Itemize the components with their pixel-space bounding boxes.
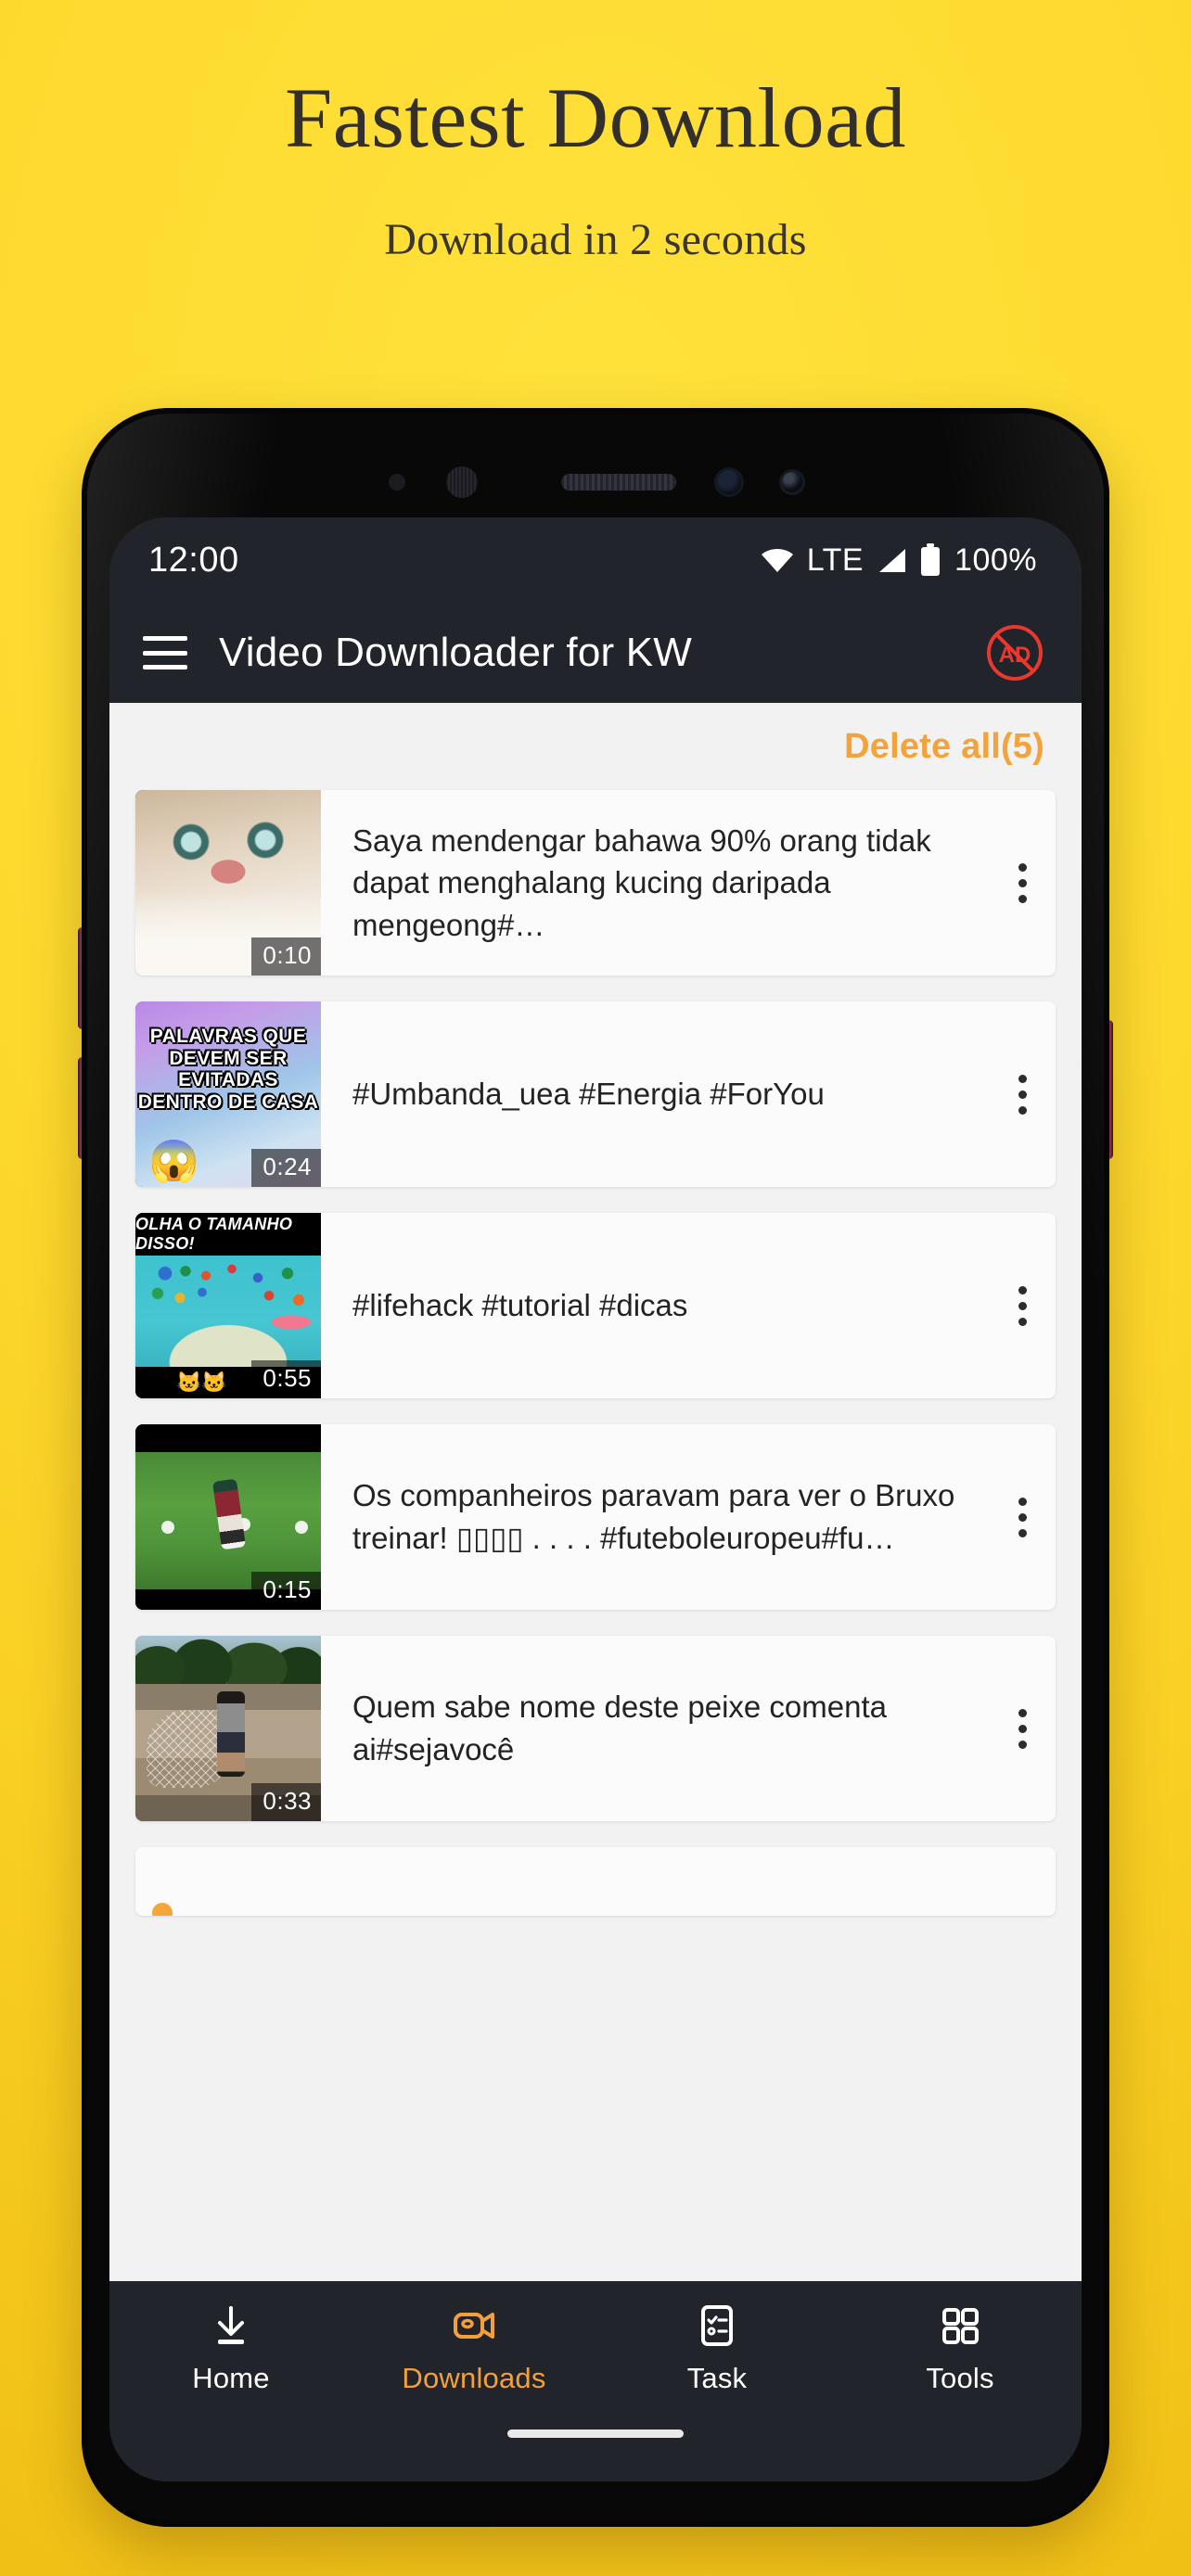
phone-body: 12:00 LTE 100% Video Downloader for KW D…	[82, 408, 1109, 2527]
hamburger-menu-icon[interactable]	[143, 636, 187, 670]
phone-sensor-row	[82, 454, 1109, 510]
battery-icon	[921, 543, 941, 576]
palavras-evitadas-thumbnail[interactable]: PALAVRAS QUE DEVEM SER EVITADAS DENTRO D…	[135, 1001, 321, 1187]
list-item[interactable]	[135, 1847, 1056, 1916]
video-title: #Umbanda_uea #Energia #ForYou	[352, 1077, 825, 1112]
thumbnail-caption: PALAVRAS QUE DEVEM SER EVITADAS DENTRO D…	[137, 1026, 319, 1113]
nav-item-tools[interactable]: Tools	[839, 2302, 1082, 2395]
page-subtitle: Download in 2 seconds	[384, 215, 807, 265]
thumbnail-emoji: 😱	[148, 1139, 199, 1184]
list-toolbar: Delete all(5)	[109, 703, 1082, 790]
list-item-body: Quem sabe nome deste peixe comenta ai#se…	[321, 1636, 989, 1821]
list-item-body: #lifehack #tutorial #dicas	[321, 1213, 989, 1398]
list-item[interactable]: 0:15 Os companheiros paravam para ver o …	[135, 1424, 1056, 1610]
list-item-body: Os companheiros paravam para ver o Bruxo…	[321, 1424, 989, 1610]
nav-label-tools: Tools	[926, 2362, 994, 2394]
delete-all-button[interactable]: Delete all(5)	[844, 727, 1044, 767]
kebab-menu-icon[interactable]	[989, 1424, 1056, 1610]
download-arrow-icon	[218, 2306, 244, 2344]
list-item[interactable]: 0:33 Quem sabe nome deste peixe comenta …	[135, 1636, 1056, 1821]
earpiece-sensor-icon	[446, 466, 478, 498]
downloads-list: 0:10 Saya mendengar bahawa 90% orang tid…	[109, 790, 1082, 1916]
app-title: Video Downloader for KW	[219, 630, 693, 675]
battery-percent-label: 100%	[954, 542, 1037, 578]
promo-header: Fastest Download Download in 2 seconds	[0, 0, 1191, 265]
page-title: Fastest Download	[285, 70, 906, 165]
list-item[interactable]: 0:10 Saya mendengar bahawa 90% orang tid…	[135, 790, 1056, 976]
kebab-menu-icon[interactable]	[989, 1213, 1056, 1398]
earpiece-speaker-icon	[561, 474, 676, 491]
list-item[interactable]: OLHA O TAMANHO DISSO! 🐱🐱 0:55 #lifehack …	[135, 1213, 1056, 1398]
app-bar: Video Downloader for KW AD	[109, 603, 1082, 703]
kebab-menu-icon[interactable]	[989, 1636, 1056, 1821]
nav-item-downloads[interactable]: Downloads	[352, 2302, 596, 2395]
thumbnail-emoji: 🐱🐱	[176, 1371, 227, 1394]
status-clock: 12:00	[148, 540, 239, 580]
video-duration: 0:55	[251, 1360, 321, 1398]
nav-item-task[interactable]: Task	[596, 2302, 839, 2395]
download-progress-dot	[152, 1903, 173, 1916]
downloads-screen: Delete all(5) 0:10 Saya mendengar bahawa…	[109, 703, 1082, 2281]
gesture-home-indicator[interactable]	[109, 2417, 1082, 2481]
proximity-sensor-icon	[389, 474, 405, 491]
list-item-body: Saya mendengar bahawa 90% orang tidak da…	[321, 790, 989, 976]
nav-label-downloads: Downloads	[402, 2362, 546, 2394]
no-ads-icon[interactable]: AD	[983, 621, 1046, 684]
thumbnail-caption: OLHA O TAMANHO DISSO!	[135, 1213, 321, 1256]
status-indicators: LTE 100%	[761, 542, 1037, 579]
network-type-label: LTE	[806, 542, 864, 578]
checklist-icon	[701, 2305, 733, 2346]
video-duration: 0:33	[251, 1783, 321, 1821]
video-duration: 0:10	[251, 937, 321, 976]
video-camera-icon	[454, 2313, 494, 2339]
nav-item-home[interactable]: Home	[109, 2302, 352, 2395]
grid-apps-icon	[942, 2308, 979, 2344]
phone-mockup: 12:00 LTE 100% Video Downloader for KW D…	[78, 408, 1113, 2527]
signal-icon	[879, 549, 906, 572]
kebab-menu-icon[interactable]	[989, 790, 1056, 976]
status-bar: 12:00 LTE 100%	[109, 517, 1082, 603]
kebab-menu-icon[interactable]	[989, 1001, 1056, 1187]
front-camera-icon	[717, 470, 741, 494]
phone-screen: 12:00 LTE 100% Video Downloader for KW D…	[109, 517, 1082, 2481]
video-title: Quem sabe nome deste peixe comenta ai#se…	[352, 1690, 888, 1766]
secondary-camera-icon	[782, 472, 802, 492]
video-duration: 0:15	[251, 1572, 321, 1610]
nav-label-home: Home	[192, 2362, 270, 2394]
list-item-body: #Umbanda_uea #Energia #ForYou	[321, 1001, 989, 1187]
video-title: #lifehack #tutorial #dicas	[352, 1288, 688, 1323]
list-item-body	[321, 1847, 1056, 1916]
wifi-icon	[761, 549, 793, 572]
video-duration: 0:24	[251, 1149, 321, 1187]
nav-label-task: Task	[686, 2362, 748, 2394]
lifehack-tutorial-thumbnail[interactable]: OLHA O TAMANHO DISSO! 🐱🐱 0:55	[135, 1213, 321, 1398]
list-item[interactable]: PALAVRAS QUE DEVEM SER EVITADAS DENTRO D…	[135, 1001, 1056, 1187]
soccer-training-thumbnail[interactable]: 0:15	[135, 1424, 321, 1610]
video-title: Saya mendengar bahawa 90% orang tidak da…	[352, 823, 931, 942]
next-item-thumbnail[interactable]	[135, 1847, 321, 1916]
cat-close-up-thumbnail[interactable]: 0:10	[135, 790, 321, 976]
bottom-navigation: Home Downloads Task Tools	[109, 2281, 1082, 2417]
video-title: Os companheiros paravam para ver o Bruxo…	[352, 1478, 955, 1555]
fisherman-net-thumbnail[interactable]: 0:33	[135, 1636, 321, 1821]
